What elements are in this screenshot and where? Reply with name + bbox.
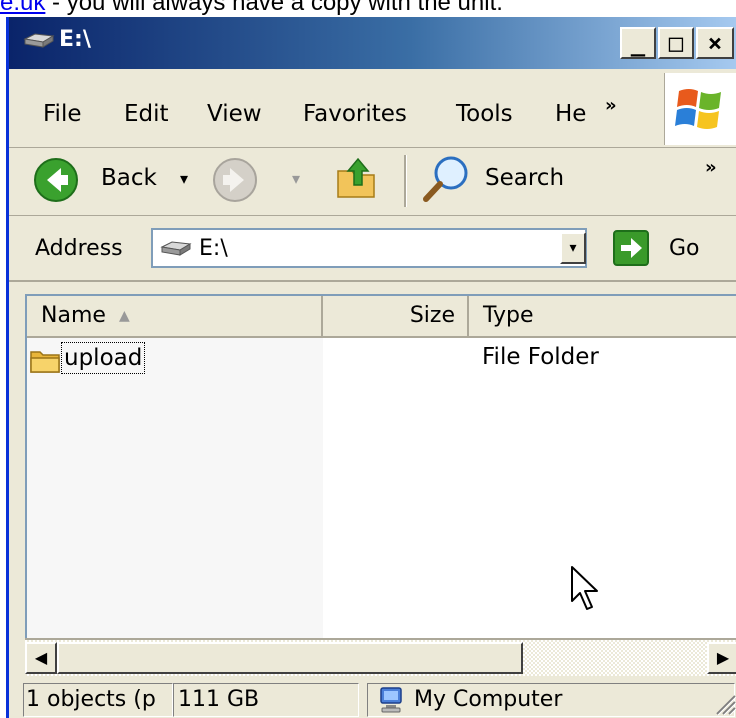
go-arrow-icon[interactable] [613,230,649,266]
menu-file[interactable]: File [43,101,82,127]
column-header-type[interactable]: Type [469,296,736,336]
windows-flag-icon [675,89,721,129]
scroll-left-button[interactable]: ◀ [25,642,57,674]
column-headers: Name ▲ Size Type [27,296,736,338]
address-label: Address [35,236,123,261]
address-dropdown-button[interactable]: ▾ [560,232,586,264]
drive-icon [23,33,55,48]
go-button-label[interactable]: Go [669,236,700,261]
menu-help[interactable]: He [555,101,586,127]
drive-icon [160,241,192,256]
mouse-cursor-icon [571,566,598,610]
status-free-space: 111 GB [173,683,359,717]
menu-overflow-chevron-icon[interactable]: » [605,95,617,116]
close-button[interactable]: × [696,27,734,59]
file-name: upload [61,342,146,374]
caption-link[interactable]: e.uk [0,0,45,16]
toolbar-separator [404,155,407,207]
menu-tools[interactable]: Tools [456,101,513,127]
address-value: E:\ [199,236,228,261]
horizontal-scrollbar[interactable]: ◀ ▶ [25,638,736,676]
windows-logo-box [664,73,736,145]
window-title: E:\ [59,27,91,52]
minimize-button[interactable]: _ [620,27,656,59]
menu-edit[interactable]: Edit [124,101,169,127]
forward-arrow-icon[interactable] [212,157,258,203]
address-bar: Address E:\ ▾ Go [9,216,736,282]
search-button-label[interactable]: Search [485,165,564,191]
scrollbar-thumb[interactable] [57,642,523,674]
status-bar: 1 objects (p 111 GB My Computer [9,681,736,718]
caption-text: - you will always have a copy with the u… [45,0,503,16]
up-folder-icon[interactable] [334,155,380,201]
toolbar-overflow-chevron-icon[interactable]: » [705,157,717,178]
column-header-size-label: Size [409,303,455,328]
scroll-right-button[interactable]: ▶ [707,642,736,674]
maximize-button[interactable]: □ [658,27,694,59]
column-header-type-label: Type [483,303,534,328]
resize-grip-icon[interactable] [711,690,736,716]
search-icon[interactable] [421,153,473,205]
menu-bar: File Edit View Favorites Tools He » [9,69,736,148]
file-list-view[interactable]: Name ▲ Size Type upload File Folder [25,294,736,643]
column-header-name[interactable]: Name ▲ [27,296,323,336]
menu-view[interactable]: View [207,101,262,127]
sort-ascending-icon: ▲ [119,308,130,324]
list-item[interactable]: upload File Folder [27,338,736,378]
page-caption: e.uk - you will always have a copy with … [0,0,736,17]
status-zone: My Computer [367,683,735,717]
back-arrow-icon[interactable] [33,157,79,203]
column-header-size[interactable]: Size [323,296,469,336]
forward-dropdown-arrow-icon[interactable]: ▾ [292,169,300,188]
sorted-column-shading [27,336,323,641]
column-header-name-label: Name [41,303,106,328]
standard-toolbar: Back ▾ ▾ Search » [9,147,736,216]
folder-icon [30,351,60,373]
address-input[interactable]: E:\ [151,228,587,268]
my-computer-icon [380,687,402,713]
file-type: File Folder [482,344,599,370]
back-dropdown-arrow-icon[interactable]: ▾ [180,169,188,188]
status-zone-label: My Computer [414,687,563,712]
back-button-label[interactable]: Back [101,165,157,191]
status-objects: 1 objects (p [23,683,173,717]
menu-favorites[interactable]: Favorites [303,101,407,127]
title-bar[interactable]: E:\ _ □ × [9,17,736,69]
explorer-window: E:\ _ □ × File Edit View Favorites Tools… [6,17,736,718]
